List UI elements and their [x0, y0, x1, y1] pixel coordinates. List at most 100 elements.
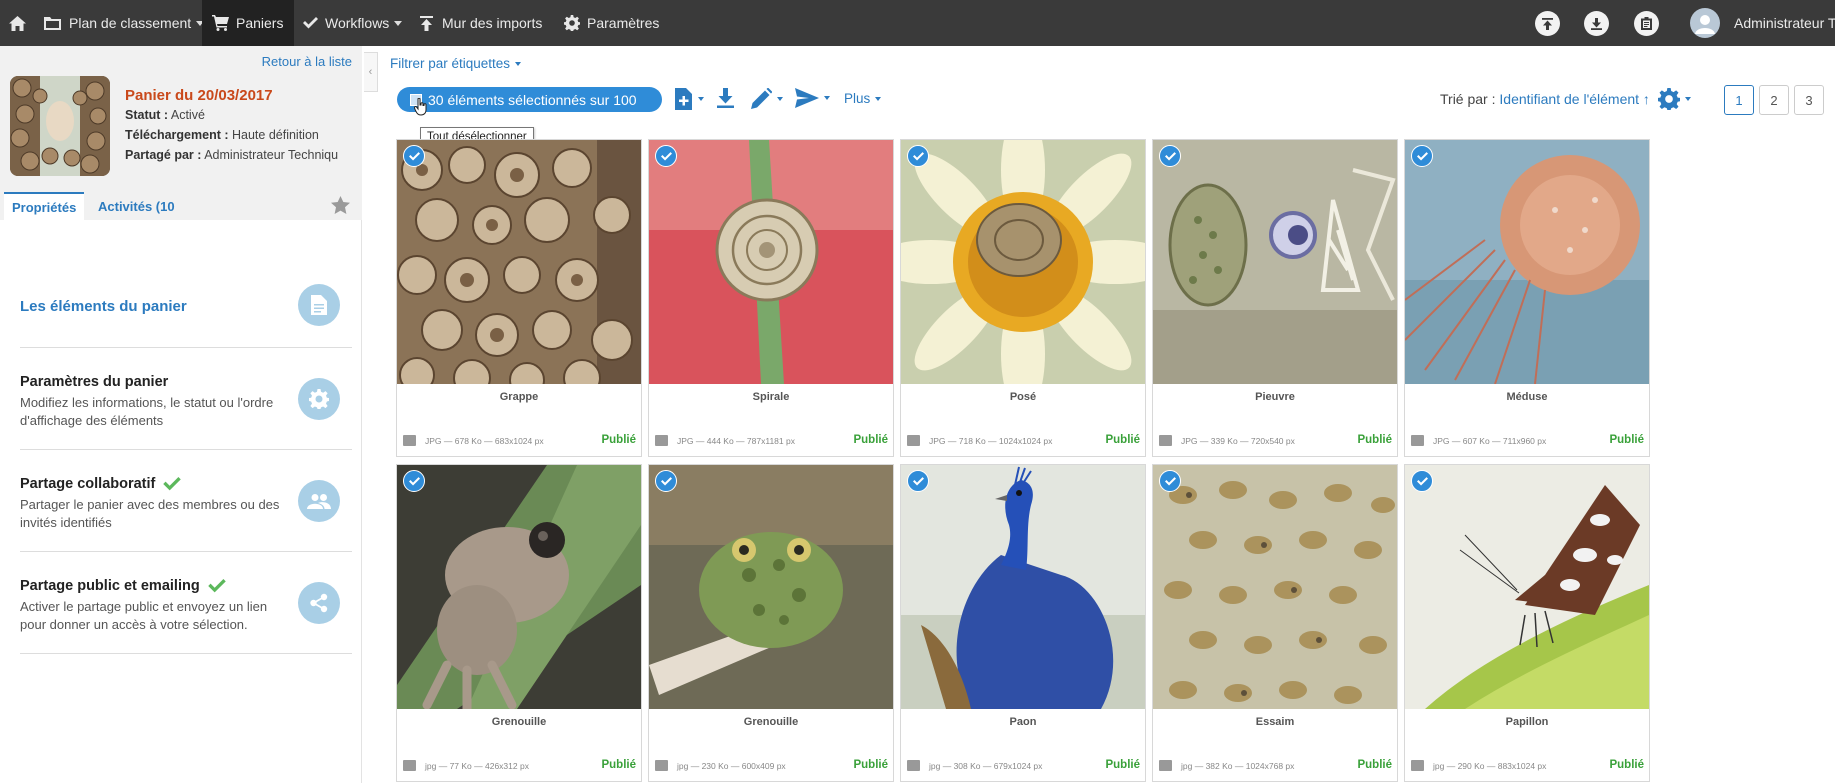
element-card[interactable]: Papillon jpg — 290 Ko — 883x1024 px Publ…	[1404, 464, 1650, 782]
element-thumbnail[interactable]	[397, 140, 641, 384]
image-icon	[1411, 760, 1424, 771]
meta-download: Téléchargement : Haute définition	[125, 128, 357, 142]
nav-parametres[interactable]: Paramètres	[564, 0, 659, 46]
nav-plan-de-classement[interactable]: Plan de classement	[44, 0, 205, 46]
element-thumbnail[interactable]	[649, 465, 893, 709]
element-info: jpg — 308 Ko — 679x1024 px	[929, 761, 1043, 771]
page-button-1[interactable]: 1	[1724, 85, 1754, 115]
nav-workflows[interactable]: Workflows	[303, 0, 403, 46]
user-icon	[1695, 15, 1715, 34]
sidebar-item-collaborative-share[interactable]: Partage collaboratif Partager le panier …	[20, 450, 352, 552]
sidebar-item-public-share[interactable]: Partage public et emailing Activer le pa…	[20, 552, 352, 654]
status-badge: Publié	[1105, 759, 1140, 771]
download-button[interactable]	[1584, 11, 1609, 36]
upload-icon	[420, 15, 433, 31]
element-card[interactable]: Spirale JPG — 444 Ko — 787x1181 px Publi…	[648, 139, 894, 457]
element-footer: JPG — 339 Ko — 720x540 px Publié	[1153, 432, 1397, 452]
element-card[interactable]: Posé JPG — 718 Ko — 1024x1024 px Publié	[900, 139, 1146, 457]
upload-icon	[1542, 17, 1553, 30]
chevron-down-icon	[515, 61, 522, 66]
element-thumbnail[interactable]	[1153, 465, 1397, 709]
nav-label: Plan de classement	[69, 15, 192, 31]
chevron-down-icon	[777, 96, 783, 101]
status-badge: Publié	[601, 434, 636, 446]
chevron-down-icon	[875, 96, 882, 101]
element-card[interactable]: Paon jpg — 308 Ko — 679x1024 px Publié	[900, 464, 1146, 782]
sort-control[interactable]: Trié par : Identifiant de l'élément ↑	[1440, 91, 1650, 107]
cart-icon	[212, 15, 229, 31]
sidebar-item-desc: Partager le panier avec des membres ou d…	[20, 497, 280, 530]
element-thumbnail[interactable]	[1405, 465, 1649, 709]
nav-paniers[interactable]: Paniers	[202, 0, 294, 46]
selected-check-icon[interactable]	[655, 145, 677, 167]
nav-label: Paniers	[236, 15, 284, 31]
element-name: Papillon	[1505, 716, 1549, 728]
download-button[interactable]	[717, 88, 734, 108]
download-icon	[717, 88, 734, 108]
hand-cursor-icon	[413, 97, 428, 121]
edit-button[interactable]	[751, 88, 783, 109]
tab-proprietes[interactable]: Propriétés	[4, 192, 85, 220]
nav-mur-des-imports[interactable]: Mur des imports	[420, 0, 542, 46]
selected-check-icon[interactable]	[907, 145, 929, 167]
sidebar-item-cart-settings[interactable]: Paramètres du panier Modifiez les inform…	[20, 348, 352, 450]
gear-icon	[1658, 88, 1680, 110]
upload-button[interactable]	[1535, 11, 1560, 36]
image-icon	[655, 435, 668, 446]
element-thumbnail[interactable]	[649, 140, 893, 384]
sidebar-item-cart-elements[interactable]: Les éléments du panier	[20, 220, 352, 348]
sidebar-item-label: Paramètres du panier	[20, 374, 169, 390]
element-footer: JPG — 444 Ko — 787x1181 px Publié	[649, 432, 893, 452]
selected-check-icon[interactable]	[1159, 470, 1181, 492]
home-icon[interactable]	[4, 0, 30, 46]
page-button-2[interactable]: 2	[1759, 85, 1789, 115]
add-document-button[interactable]	[675, 88, 704, 110]
collapse-sidebar-handle[interactable]: ‹	[364, 52, 378, 92]
filter-label: Filtrer par étiquettes	[390, 56, 511, 71]
selected-check-icon[interactable]	[403, 145, 425, 167]
sort-value: Identifiant de l'élément ↑	[1499, 91, 1650, 107]
element-info: jpg — 230 Ko — 600x409 px	[677, 761, 786, 771]
element-info: JPG — 678 Ko — 683x1024 px	[425, 436, 544, 446]
sort-prefix: Trié par :	[1440, 91, 1496, 107]
element-card[interactable]: Méduse JPG — 607 Ko — 711x960 px Publié	[1404, 139, 1650, 457]
element-card[interactable]: Essaim jpg — 382 Ko — 1024x768 px Publié	[1152, 464, 1398, 782]
selection-count-label: 30 éléments sélectionnés sur 100	[428, 91, 637, 108]
tab-activites[interactable]: Activités (10	[90, 192, 183, 220]
element-card[interactable]: Grenouille jpg — 77 Ko — 426x312 px Publ…	[396, 464, 642, 782]
cart-title: Panier du 20/03/2017	[125, 87, 273, 104]
element-card[interactable]: Grenouille jpg — 230 Ko — 600x409 px Pub…	[648, 464, 894, 782]
status-badge: Publié	[1357, 759, 1392, 771]
selected-check-icon[interactable]	[907, 470, 929, 492]
selected-check-icon[interactable]	[655, 470, 677, 492]
element-card[interactable]: Grappe JPG — 678 Ko — 683x1024 px Publié	[396, 139, 642, 457]
element-thumbnail[interactable]	[901, 465, 1145, 709]
element-info: JPG — 718 Ko — 1024x1024 px	[929, 436, 1053, 446]
selected-check-icon[interactable]	[1411, 145, 1433, 167]
element-info: JPG — 339 Ko — 720x540 px	[1181, 436, 1295, 446]
filter-by-tags-dropdown[interactable]: Filtrer par étiquettes	[390, 56, 522, 71]
star-icon[interactable]	[331, 196, 350, 219]
send-button[interactable]	[795, 88, 830, 108]
image-icon	[907, 760, 920, 771]
element-thumbnail[interactable]	[1153, 140, 1397, 384]
page-button-3[interactable]: 3	[1794, 85, 1824, 115]
user-name[interactable]: Administrateur T	[1734, 0, 1835, 46]
selected-check-icon[interactable]	[1411, 470, 1433, 492]
more-actions-dropdown[interactable]: Plus	[844, 91, 882, 106]
element-thumbnail[interactable]	[901, 140, 1145, 384]
element-card[interactable]: Pieuvre JPG — 339 Ko — 720x540 px Publié	[1152, 139, 1398, 457]
selected-check-icon[interactable]	[1159, 145, 1181, 167]
cart-header: Retour à la liste Panier du 20/03/2017 S…	[0, 46, 362, 220]
selected-check-icon[interactable]	[403, 470, 425, 492]
chevron-down-icon	[824, 96, 830, 100]
avatar[interactable]	[1690, 8, 1720, 38]
element-thumbnail[interactable]	[1405, 140, 1649, 384]
view-settings-button[interactable]	[1658, 88, 1691, 110]
element-thumbnail[interactable]	[397, 465, 641, 709]
back-to-list-link[interactable]: Retour à la liste	[262, 54, 352, 69]
element-footer: jpg — 77 Ko — 426x312 px Publié	[397, 757, 641, 777]
check-icon	[163, 477, 182, 491]
selection-toggle-button[interactable]: 30 éléments sélectionnés sur 100	[397, 87, 662, 112]
clipboard-button[interactable]	[1634, 11, 1659, 36]
